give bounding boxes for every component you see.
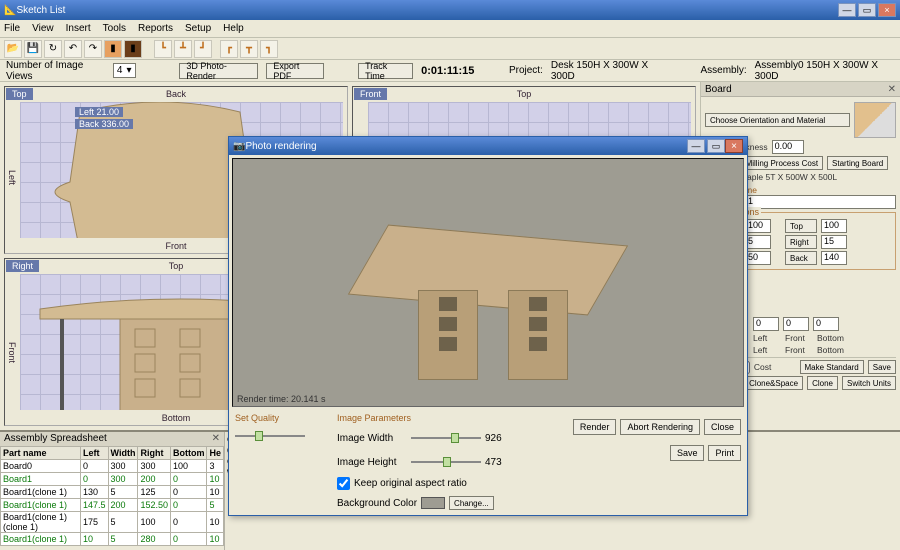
menu-reports[interactable]: Reports	[138, 23, 173, 34]
views-label: Number of Image Views	[6, 60, 105, 82]
table-row[interactable]: Board1(clone 1)105280010	[1, 533, 224, 546]
align-mid-icon[interactable]: ┳	[240, 40, 258, 58]
project-label: Project:	[509, 65, 543, 76]
make-standard-button[interactable]: Make Standard	[800, 360, 864, 374]
spreadsheet-close-icon[interactable]: ✕	[212, 433, 220, 445]
minimize-button[interactable]: —	[838, 3, 856, 17]
align-center-icon[interactable]: ┻	[174, 40, 192, 58]
views-select[interactable]: 4▾	[113, 63, 136, 78]
align-right-icon[interactable]: ┛	[194, 40, 212, 58]
material-preview	[854, 102, 896, 138]
dim-back-input[interactable]: 140	[821, 251, 847, 265]
abort-button[interactable]: Abort Rendering	[620, 419, 700, 435]
menu-file[interactable]: File	[4, 23, 20, 34]
dim-right-button[interactable]: Right	[785, 235, 817, 249]
project-value: Desk 150H X 300W X 300D	[551, 60, 666, 82]
choose-material-button[interactable]: Choose Orientation and Material	[705, 113, 850, 127]
align-left-icon[interactable]: ┗	[154, 40, 172, 58]
table-row[interactable]: Board1(clone 1)(clone 1)1755100010	[1, 512, 224, 533]
parts-table[interactable]: Part nameLeftWidthRightBottomHeBoard0030…	[0, 446, 224, 546]
board-head: Board	[705, 84, 732, 95]
starting-board-button[interactable]: Starting Board	[827, 156, 888, 170]
bgcolor-swatch	[421, 497, 445, 509]
print-button[interactable]: Print	[708, 445, 741, 461]
dim-top-button[interactable]: Top	[785, 219, 817, 233]
quality-slider[interactable]	[235, 435, 305, 437]
dim-top-input[interactable]: 100	[821, 219, 847, 233]
dim-width-input[interactable]: 5	[745, 235, 771, 249]
table-row[interactable]: Board1(clone 1)147.5200152.5005	[1, 499, 224, 512]
window-titlebar: 📐 Sketch List — ▭ ×	[0, 0, 900, 20]
render-viewport[interactable]: Render time: 20.141 s	[232, 158, 744, 407]
pivot-bottom[interactable]: 0	[813, 317, 839, 331]
pivot-left[interactable]: 0	[753, 317, 779, 331]
undo-icon[interactable]: ↶	[64, 40, 82, 58]
width-slider[interactable]	[411, 437, 481, 439]
switchunits-button[interactable]: Switch Units	[842, 376, 896, 390]
menubar: File View Insert Tools Reports Setup Hel…	[0, 20, 900, 38]
save-board-button[interactable]: Save	[868, 360, 896, 374]
spreadsheet-title: Assembly Spreadsheet	[4, 433, 107, 445]
dialog-title: Photo rendering	[245, 141, 685, 152]
clonespace-button[interactable]: Clone&Space	[744, 376, 803, 390]
camera-icon: 📷	[233, 141, 245, 152]
dim-back-button[interactable]: Back	[785, 251, 817, 265]
menu-view[interactable]: View	[32, 23, 54, 34]
tracktime-button[interactable]: Track Time	[358, 63, 413, 79]
toolbar: 📂 💾 ↻ ↶ ↷ ▮ ▮ ┗ ┻ ┛ ┏ ┳ ┓	[0, 38, 900, 60]
board-icon[interactable]: ▮	[104, 40, 122, 58]
options-bar: Number of Image Views 4▾ 3D Photo-Render…	[0, 60, 900, 82]
render-button[interactable]: Render	[573, 419, 617, 435]
table-row[interactable]: Board10300200010	[1, 473, 224, 486]
photo-rendering-dialog: 📷 Photo rendering — ▭ × Render time: 20.…	[228, 136, 748, 516]
menu-insert[interactable]: Insert	[66, 23, 91, 34]
thickness-input[interactable]: 0.00	[772, 140, 804, 154]
align-top-icon[interactable]: ┏	[220, 40, 238, 58]
open-icon[interactable]: 📂	[4, 40, 22, 58]
door-icon[interactable]: ▮	[124, 40, 142, 58]
dialog-min-button[interactable]: —	[687, 139, 705, 153]
dialog-close-button[interactable]: ×	[725, 139, 743, 153]
menu-help[interactable]: Help	[223, 23, 244, 34]
dim-depth-input[interactable]: 50	[745, 251, 771, 265]
dialog-max-button[interactable]: ▭	[707, 139, 725, 153]
table-row[interactable]: Board1(clone 1)1305125010	[1, 486, 224, 499]
menu-tools[interactable]: Tools	[103, 23, 126, 34]
table-row[interactable]: Board003003001003	[1, 460, 224, 473]
maximize-button[interactable]: ▭	[858, 3, 876, 17]
window-title: Sketch List	[16, 5, 836, 16]
exportpdf-button[interactable]: Export PDF	[266, 63, 323, 79]
app-icon: 📐	[4, 5, 16, 16]
photorender-button[interactable]: 3D Photo-Render	[179, 63, 258, 79]
dim-height-input[interactable]: 100	[745, 219, 771, 233]
dim-right-input[interactable]: 15	[821, 235, 847, 249]
assembly-label: Assembly:	[701, 65, 747, 76]
assembly-value: Assembly0 150H X 300W X 300D	[755, 60, 894, 82]
refresh-icon[interactable]: ↻	[44, 40, 62, 58]
align-bottom-icon[interactable]: ┓	[260, 40, 278, 58]
save-render-button[interactable]: Save	[670, 445, 705, 461]
panel-close-icon[interactable]: ✕	[888, 84, 896, 95]
aspect-checkbox[interactable]	[337, 477, 350, 490]
chevron-down-icon: ▾	[126, 65, 131, 76]
change-bg-button[interactable]: Change...	[449, 496, 494, 510]
close-window-button[interactable]: ×	[878, 3, 896, 17]
save-icon[interactable]: 💾	[24, 40, 42, 58]
clone-button[interactable]: Clone	[807, 376, 838, 390]
height-slider[interactable]	[411, 461, 481, 463]
menu-setup[interactable]: Setup	[185, 23, 211, 34]
timer-value: 0:01:11:15	[421, 65, 474, 77]
redo-icon[interactable]: ↷	[84, 40, 102, 58]
close-button[interactable]: Close	[704, 419, 741, 435]
rendered-desk	[368, 235, 608, 305]
pivot-front[interactable]: 0	[783, 317, 809, 331]
render-time-text: Render time: 20.141 s	[237, 394, 326, 404]
